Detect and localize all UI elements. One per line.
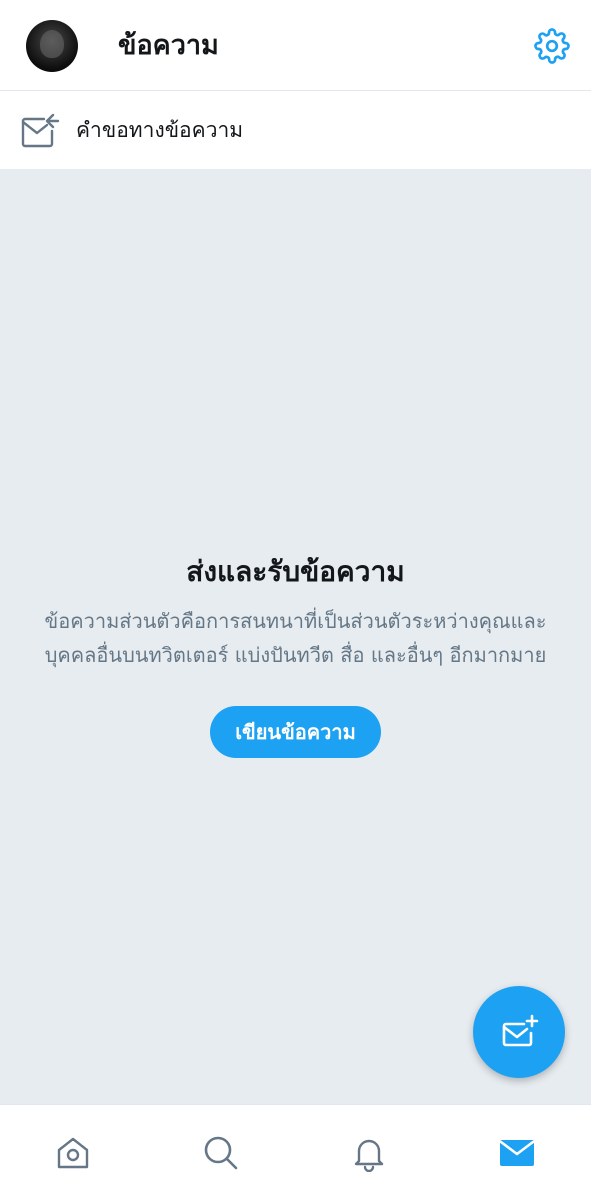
home-icon [54, 1134, 92, 1172]
nav-notifications[interactable] [339, 1127, 399, 1179]
message-requests-row[interactable]: คำขอทางข้อความ [0, 91, 591, 169]
envelope-arrow-icon [20, 111, 62, 149]
nav-messages[interactable] [487, 1127, 547, 1179]
empty-state-description: ข้อความส่วนตัวคือการสนทนาที่เป็นส่วนตัวร… [44, 609, 547, 667]
gear-icon [534, 28, 570, 64]
page-title: ข้อความ [118, 30, 219, 61]
nav-home[interactable] [43, 1127, 103, 1179]
new-message-icon [499, 1012, 539, 1052]
write-message-button[interactable]: เขียนข้อความ [210, 706, 381, 758]
settings-button[interactable] [530, 26, 574, 66]
empty-state: ส่งและรับข้อความ ข้อความส่วนตัวคือการสนท… [0, 550, 591, 758]
envelope-icon [498, 1136, 536, 1170]
top-app-bar: ข้อความ [0, 0, 591, 91]
search-icon [202, 1134, 240, 1172]
bell-icon [350, 1134, 388, 1172]
user-avatar[interactable] [26, 20, 78, 72]
nav-search[interactable] [191, 1127, 251, 1179]
new-message-fab[interactable] [473, 986, 565, 1078]
message-requests-label: คำขอทางข้อความ [76, 118, 244, 142]
bottom-navigation [0, 1104, 591, 1201]
empty-state-title: ส่งและรับข้อความ [186, 555, 405, 588]
